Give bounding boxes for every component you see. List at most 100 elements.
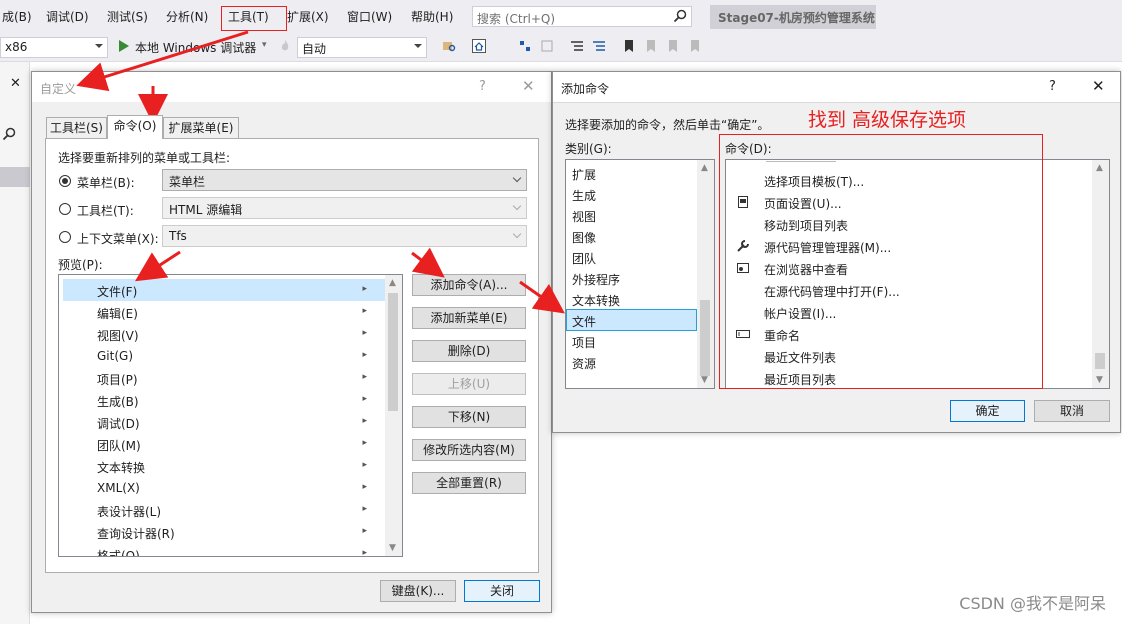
list-icon[interactable] [570, 39, 584, 53]
list-item-selected[interactable]: 文件 [566, 309, 697, 331]
run-debugger-label[interactable]: 本地 Windows 调试器 [135, 39, 256, 56]
preview-list[interactable]: 文件(F) ▸ 编辑(E) ▸ 视图(V) ▸ Git(G) ▸ 项目(P) ▸ 生成(B… [58, 274, 403, 557]
help-button[interactable]: ? [479, 79, 486, 94]
find-in-files-icon[interactable] [442, 39, 456, 53]
list-item[interactable]: XML(X) ▸ [63, 477, 385, 499]
close-button[interactable]: ✕ [522, 77, 535, 95]
align-icon[interactable] [518, 39, 532, 53]
close-icon[interactable]: ✕ [10, 76, 21, 91]
list-item[interactable]: 文本转换 [566, 288, 697, 310]
toolbar-select[interactable]: HTML 源编辑 [162, 197, 527, 219]
chevron-down-icon [95, 44, 103, 48]
menu-debug[interactable]: 调试(D) [46, 8, 89, 25]
move-up-button[interactable]: 上移(U) [412, 373, 526, 395]
list-item[interactable]: 外接程序 [566, 267, 697, 289]
preview-scrollbar[interactable]: ▲ ▼ [385, 275, 402, 556]
keyboard-button[interactable]: 键盘(K)... [380, 580, 456, 602]
radio-menubar-label[interactable]: 菜单栏(B): [77, 174, 135, 191]
home-icon[interactable] [472, 39, 486, 53]
radio-menubar[interactable] [59, 175, 71, 187]
category-scrollbar[interactable]: ▲ ▼ [697, 160, 714, 388]
menu-extensions[interactable]: 扩展(X) [287, 8, 329, 25]
menubar-select-value: 菜单栏 [169, 175, 206, 189]
list-item[interactable]: 文件(F) ▸ [63, 279, 385, 301]
menu-build[interactable]: 成(B) [2, 8, 32, 25]
list-item[interactable]: 生成(B) ▸ [63, 389, 385, 411]
tab-commands[interactable]: 命令(O) [107, 115, 163, 139]
scroll-up-icon[interactable]: ▲ [389, 278, 396, 288]
menu-help[interactable]: 帮助(H) [411, 8, 453, 25]
list-item[interactable]: 团队 [566, 246, 697, 268]
bookmark-icon[interactable] [622, 39, 636, 53]
add-command-button[interactable]: 添加命令(A)... [412, 274, 526, 296]
list-item[interactable]: 团队(M) ▸ [63, 433, 385, 455]
scroll-down-icon[interactable]: ▼ [701, 375, 708, 385]
ok-button[interactable]: 确定 [950, 400, 1025, 422]
list-item[interactable]: 调试(D) ▸ [63, 411, 385, 433]
chevron-right-icon: ▸ [362, 350, 367, 360]
customize-title: 自定义 [40, 82, 77, 96]
list-item[interactable]: 查询设计器(R) ▸ [63, 521, 385, 543]
list-item[interactable]: Git(G) ▸ [63, 345, 385, 367]
config-combo[interactable]: 自动 [297, 37, 427, 58]
list-item[interactable]: 资源 [566, 351, 697, 373]
cancel-button[interactable]: 取消 [1034, 400, 1110, 422]
chevron-right-icon: ▸ [362, 394, 367, 404]
flame-icon[interactable] [278, 39, 292, 53]
menu-window[interactable]: 窗口(W) [347, 8, 392, 25]
tab-extension-menus[interactable]: 扩展菜单(E) [163, 117, 239, 139]
chevron-right-icon: ▸ [362, 504, 367, 514]
scroll-up-icon[interactable]: ▲ [1096, 163, 1103, 173]
list-item[interactable]: 生成 [566, 183, 697, 205]
context-menu-select[interactable]: Tfs [162, 225, 527, 247]
category-list[interactable]: 扩展 生成 视图 图像 团队 外接程序 文本转换 文件 项目 资源 ▲ ▼ [565, 159, 715, 389]
list-item[interactable]: 表设计器(L) ▸ [63, 499, 385, 521]
list-item[interactable]: 视图(V) ▸ [63, 323, 385, 345]
menu-analyze[interactable]: 分析(N) [166, 8, 208, 25]
chevron-down-icon [414, 44, 422, 48]
list-item[interactable]: 格式(O) ▸ [63, 543, 385, 556]
menubar-select[interactable]: 菜单栏 [162, 169, 527, 191]
radio-toolbar-label[interactable]: 工具栏(T): [77, 202, 134, 219]
radio-context-menu-label[interactable]: 上下文菜单(X): [77, 230, 159, 247]
list-item[interactable]: 项目(P) ▸ [63, 367, 385, 389]
scroll-down-icon[interactable]: ▼ [1096, 375, 1103, 385]
modify-selection-button[interactable]: 修改所选内容(M) [412, 439, 526, 461]
chevron-right-icon: ▸ [362, 482, 367, 492]
reset-all-button[interactable]: 全部重置(R) [412, 472, 526, 494]
run-dropdown-icon[interactable]: ▾ [262, 40, 267, 50]
list-item[interactable]: 图像 [566, 225, 697, 247]
clear-bookmark-icon[interactable] [688, 39, 702, 53]
play-icon[interactable] [118, 39, 130, 53]
instruction-text: 选择要添加的命令，然后单击“确定”。 [565, 118, 770, 132]
search-input[interactable]: 搜索 (Ctrl+Q) [472, 6, 692, 27]
search-icon[interactable] [2, 127, 16, 141]
next-bookmark-icon[interactable] [666, 39, 680, 53]
radio-context-menu[interactable] [59, 231, 71, 243]
delete-button[interactable]: 删除(D) [412, 340, 526, 362]
radio-toolbar[interactable] [59, 203, 71, 215]
command-scrollbar[interactable]: ▲ ▼ [1092, 160, 1109, 388]
scroll-thumb[interactable] [700, 300, 710, 376]
scroll-thumb[interactable] [388, 293, 398, 411]
scroll-down-icon[interactable]: ▼ [389, 543, 396, 553]
list-item[interactable]: 视图 [566, 204, 697, 226]
list-item[interactable]: 扩展 [566, 162, 697, 184]
help-button[interactable]: ? [1049, 79, 1056, 94]
tab-toolbars[interactable]: 工具栏(S) [46, 117, 107, 139]
solution-title: Stage07-机房预约管理系统 [710, 5, 876, 29]
scroll-thumb[interactable] [1095, 353, 1105, 369]
list-item[interactable]: 文本转换 ▸ [63, 455, 385, 477]
move-down-button[interactable]: 下移(N) [412, 406, 526, 428]
platform-combo[interactable]: x86 [0, 37, 108, 58]
menu-test[interactable]: 测试(S) [107, 8, 148, 25]
list-item[interactable]: 编辑(E) ▸ [63, 301, 385, 323]
layout-icon[interactable] [540, 39, 554, 53]
add-new-menu-button[interactable]: 添加新菜单(E) [412, 307, 526, 329]
comment-icon[interactable] [592, 39, 606, 53]
close-button[interactable]: ✕ [1092, 77, 1105, 95]
close-dialog-button[interactable]: 关闭 [464, 580, 540, 602]
prev-bookmark-icon[interactable] [644, 39, 658, 53]
scroll-up-icon[interactable]: ▲ [701, 163, 708, 173]
list-item[interactable]: 项目 [566, 330, 697, 352]
